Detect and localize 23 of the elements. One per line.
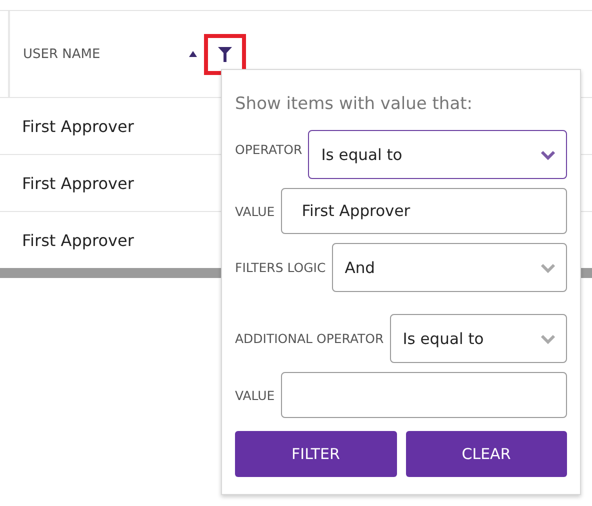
dropdown[interactable]: And xyxy=(332,243,567,292)
chevron-down-icon xyxy=(540,262,556,272)
table-cell: First Approver xyxy=(22,230,134,250)
field-label: VALUE xyxy=(235,204,275,218)
filter-button[interactable] xyxy=(204,34,246,74)
sort-icon[interactable] xyxy=(188,49,198,59)
field-label: OPERATOR xyxy=(235,142,302,157)
dropdown[interactable]: Is equal to xyxy=(308,130,567,179)
column-header[interactable]: USER NAME xyxy=(23,46,188,62)
field-label: VALUE xyxy=(235,388,275,402)
field-label: ADDITIONAL OPERATOR xyxy=(235,331,384,346)
dropdown[interactable]: Is equal to xyxy=(390,314,567,363)
field-label: FILTERS LOGIC xyxy=(235,260,326,275)
table-cell: First Approver xyxy=(22,174,134,192)
input-field[interactable]: First Approver xyxy=(280,188,567,234)
action-button[interactable]: CLEAR xyxy=(406,431,567,477)
action-button[interactable]: FILTER xyxy=(235,431,396,477)
chevron-down-icon xyxy=(540,334,556,344)
filter-icon xyxy=(218,46,232,62)
menu-heading: Show items with value that: xyxy=(235,94,474,114)
table-cell: First Approver xyxy=(22,116,134,136)
chevron-down-icon xyxy=(540,150,556,160)
input-field[interactable] xyxy=(280,372,567,418)
